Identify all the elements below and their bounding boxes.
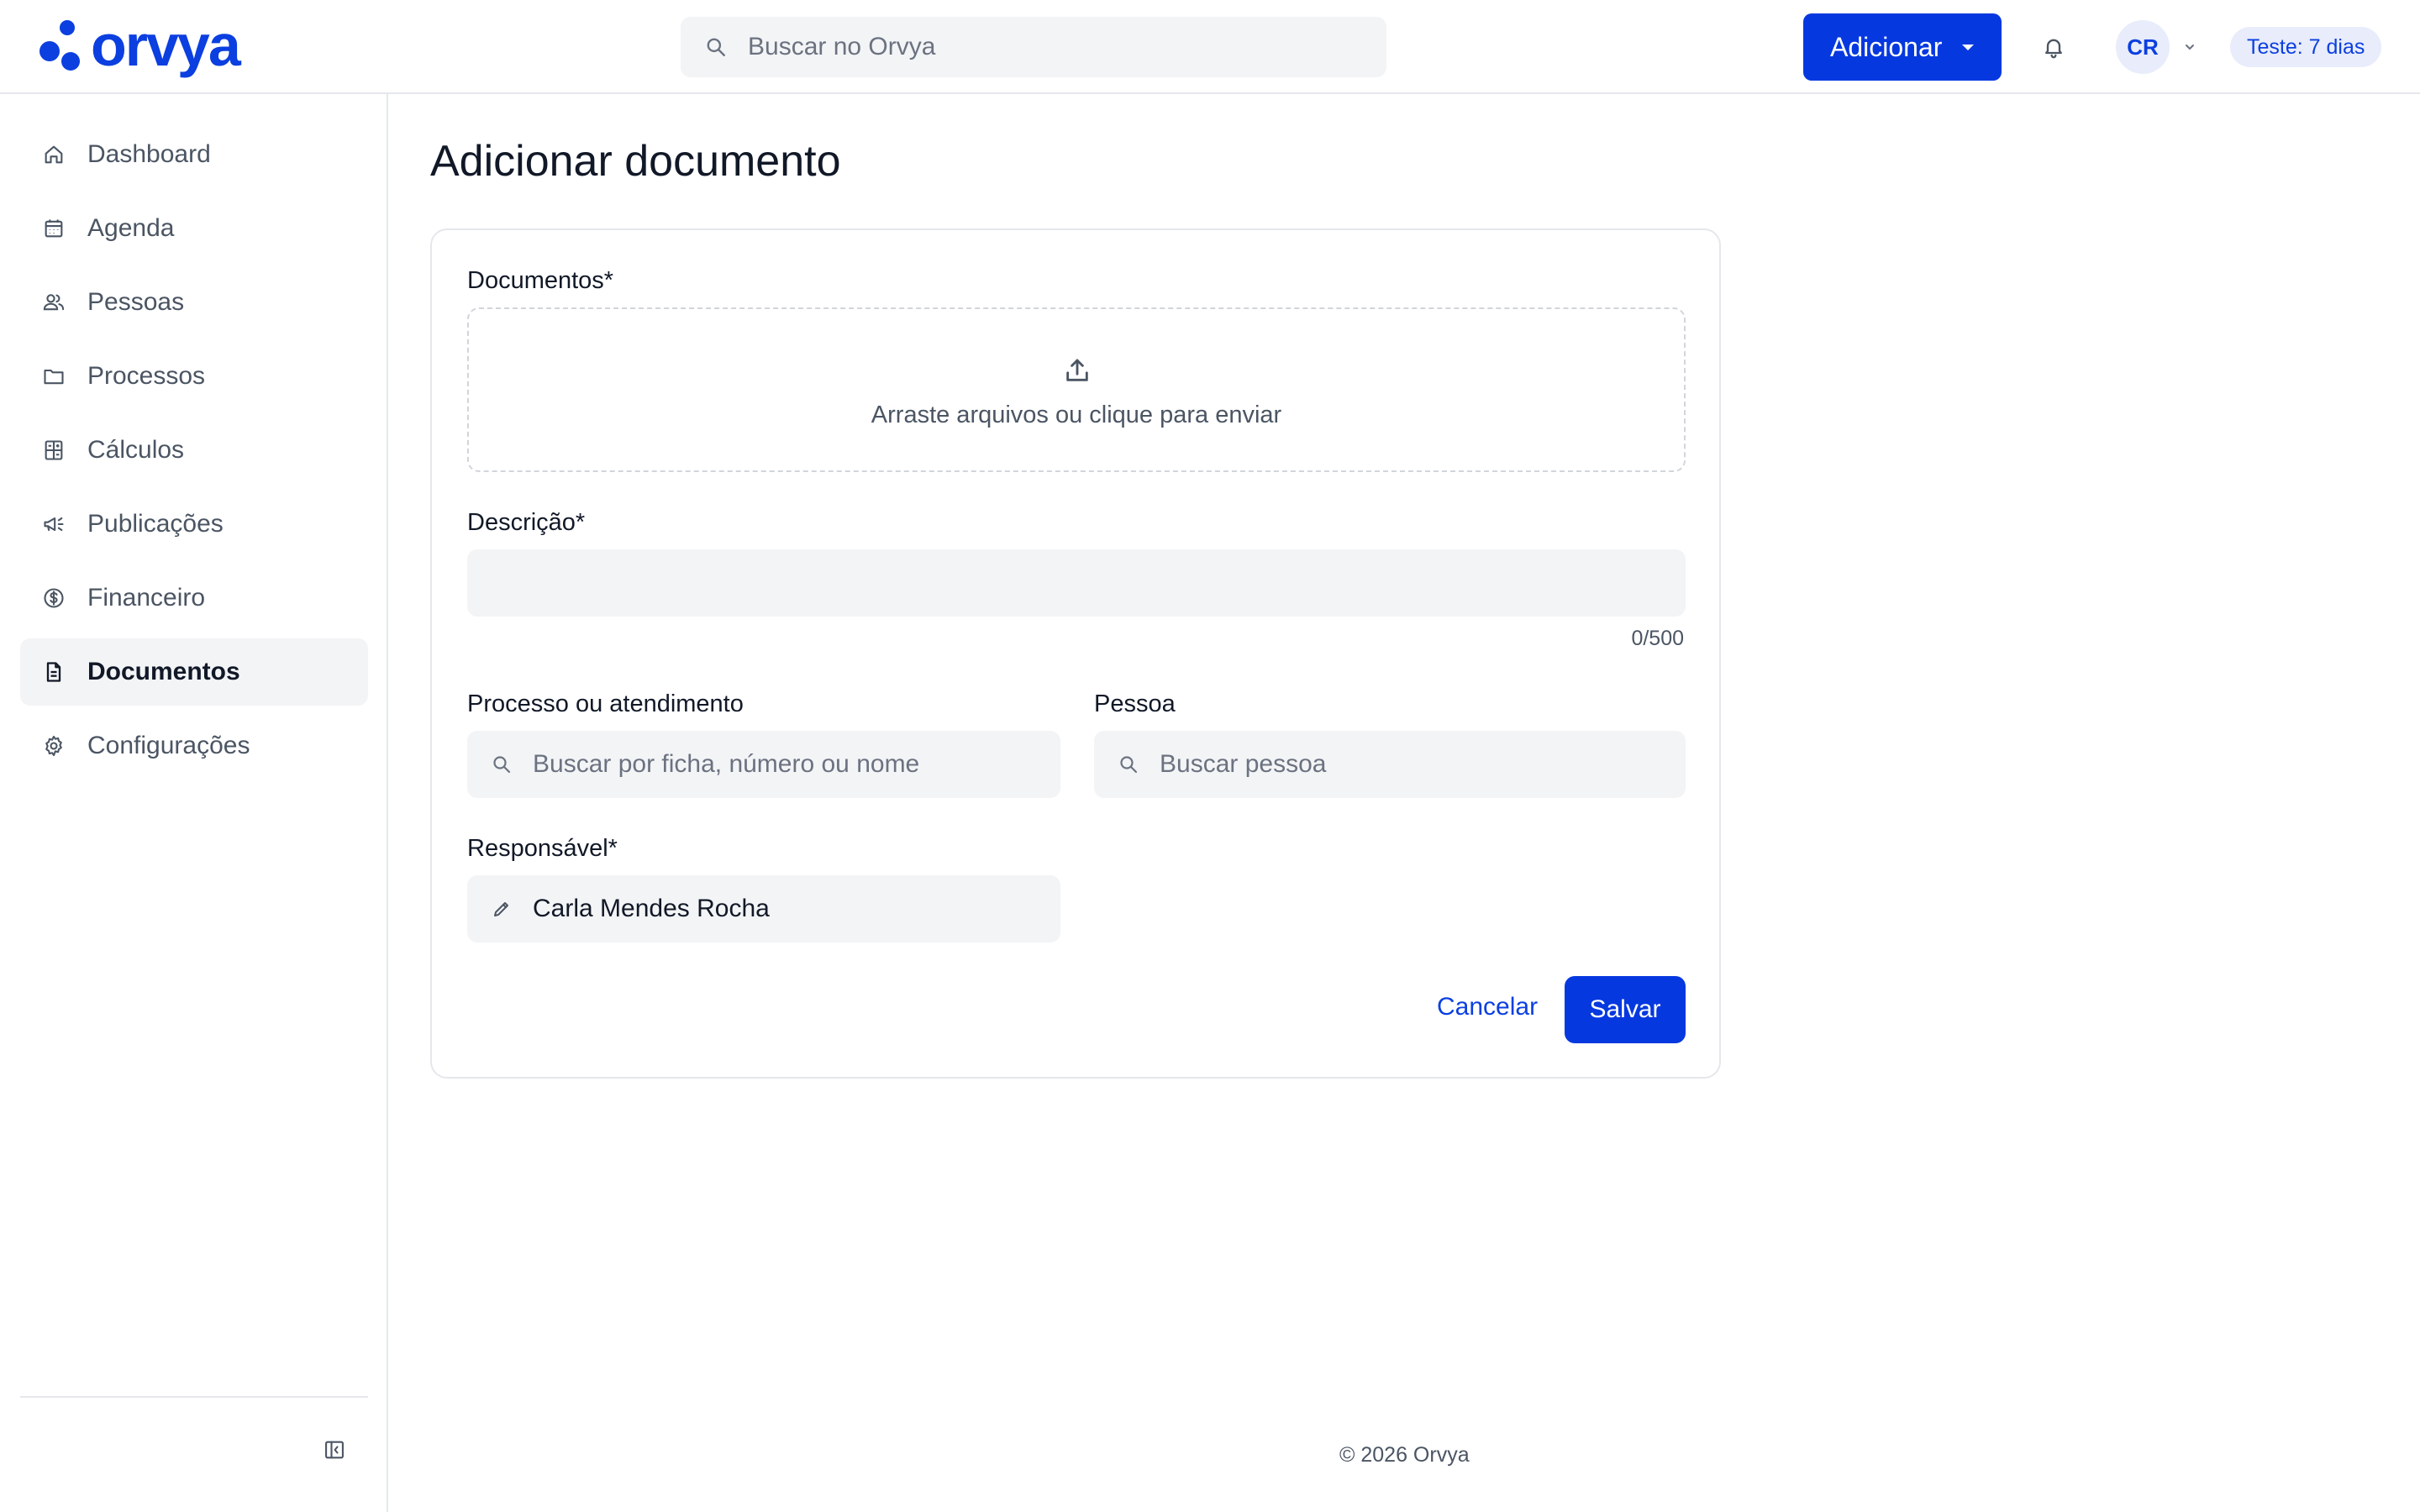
global-search-input[interactable]: Buscar no Orvya [681,17,1386,77]
search-placeholder: Buscar no Orvya [748,33,936,60]
collapse-sidebar-icon[interactable] [321,1436,348,1463]
description-input[interactable] [467,549,1686,617]
sidebar-item-label: Financeiro [87,584,206,612]
save-button[interactable]: Salvar [1565,976,1686,1043]
logo-dots-icon [39,20,80,71]
search-icon [1116,752,1141,777]
notifications-bell-icon[interactable] [2037,30,2070,64]
sidebar-item-calculos[interactable]: Cálculos [20,417,368,484]
chevron-down-icon [2181,39,2198,55]
description-char-counter: 0/500 [1631,627,1684,650]
description-label: Descrição* [467,509,586,536]
gear-icon [40,732,67,759]
add-document-form: Documentos* Arraste arquivos ou clique p… [430,228,1721,1079]
sidebar-item-dashboard[interactable]: Dashboard [20,121,368,188]
sidebar-item-label: Documentos [87,658,240,685]
sidebar-item-label: Configurações [87,732,250,759]
people-icon [40,289,67,316]
sidebar-item-processos[interactable]: Processos [20,343,368,410]
sidebar-divider [20,1396,368,1398]
page-title: Adicionar documento [430,137,841,186]
logo-text: orvya [91,13,241,78]
process-search-input[interactable]: Buscar por ficha, número ou nome [467,731,1060,798]
sidebar-item-label: Dashboard [87,140,211,168]
person-search-input[interactable]: Buscar pessoa [1094,731,1686,798]
home-icon [40,141,67,168]
user-menu[interactable]: CR [2116,20,2198,74]
person-label: Pessoa [1094,690,1176,717]
sidebar-item-label: Publicações [87,510,224,538]
sidebar-item-configuracoes[interactable]: Configurações [20,712,368,780]
orvya-logo[interactable]: orvya [39,13,241,78]
person-placeholder: Buscar pessoa [1160,750,1327,778]
responsible-label: Responsável* [467,835,618,862]
pencil-icon [489,896,514,921]
sidebar-item-publicacoes[interactable]: Publicações [20,491,368,558]
process-label: Processo ou atendimento [467,690,744,717]
search-icon [702,34,729,60]
responsible-field[interactable]: Carla Mendes Rocha [467,875,1060,942]
responsible-value: Carla Mendes Rocha [533,895,770,922]
sidebar-item-label: Cálculos [87,436,185,464]
cancel-button[interactable]: Cancelar [1437,993,1538,1021]
caret-down-icon [1962,44,1975,50]
document-icon [40,659,67,685]
sidebar-item-label: Agenda [87,214,175,242]
sidebar: Dashboard Agenda Pessoas Processos Cálcu… [0,94,388,1512]
add-button[interactable]: Adicionar [1803,13,2002,81]
upload-icon [1061,354,1093,386]
footer-copyright: © 2026 Orvya [1339,1443,1470,1467]
add-button-label: Adicionar [1830,31,1943,62]
sidebar-item-documentos[interactable]: Documentos [20,638,368,706]
folder-icon [40,363,67,390]
process-placeholder: Buscar por ficha, número ou nome [533,750,920,778]
documents-label: Documentos* [467,267,614,294]
sidebar-item-financeiro[interactable]: Financeiro [20,564,368,632]
calculator-icon [40,437,67,464]
file-dropzone[interactable]: Arraste arquivos ou clique para enviar [467,307,1686,472]
sidebar-item-label: Processos [87,362,206,390]
top-bar: orvya Buscar no Orvya Adicionar CR Teste… [0,0,2420,94]
avatar: CR [2116,20,2170,74]
sidebar-item-label: Pessoas [87,288,185,316]
dollar-icon [40,585,67,612]
sidebar-nav: Dashboard Agenda Pessoas Processos Cálcu… [20,121,368,786]
sidebar-item-agenda[interactable]: Agenda [20,195,368,262]
trial-badge[interactable]: Teste: 7 dias [2230,27,2382,67]
search-icon [489,752,514,777]
dropzone-text: Arraste arquivos ou clique para enviar [871,402,1282,428]
calendar-icon [40,215,67,242]
sidebar-item-pessoas[interactable]: Pessoas [20,269,368,336]
megaphone-icon [40,511,67,538]
